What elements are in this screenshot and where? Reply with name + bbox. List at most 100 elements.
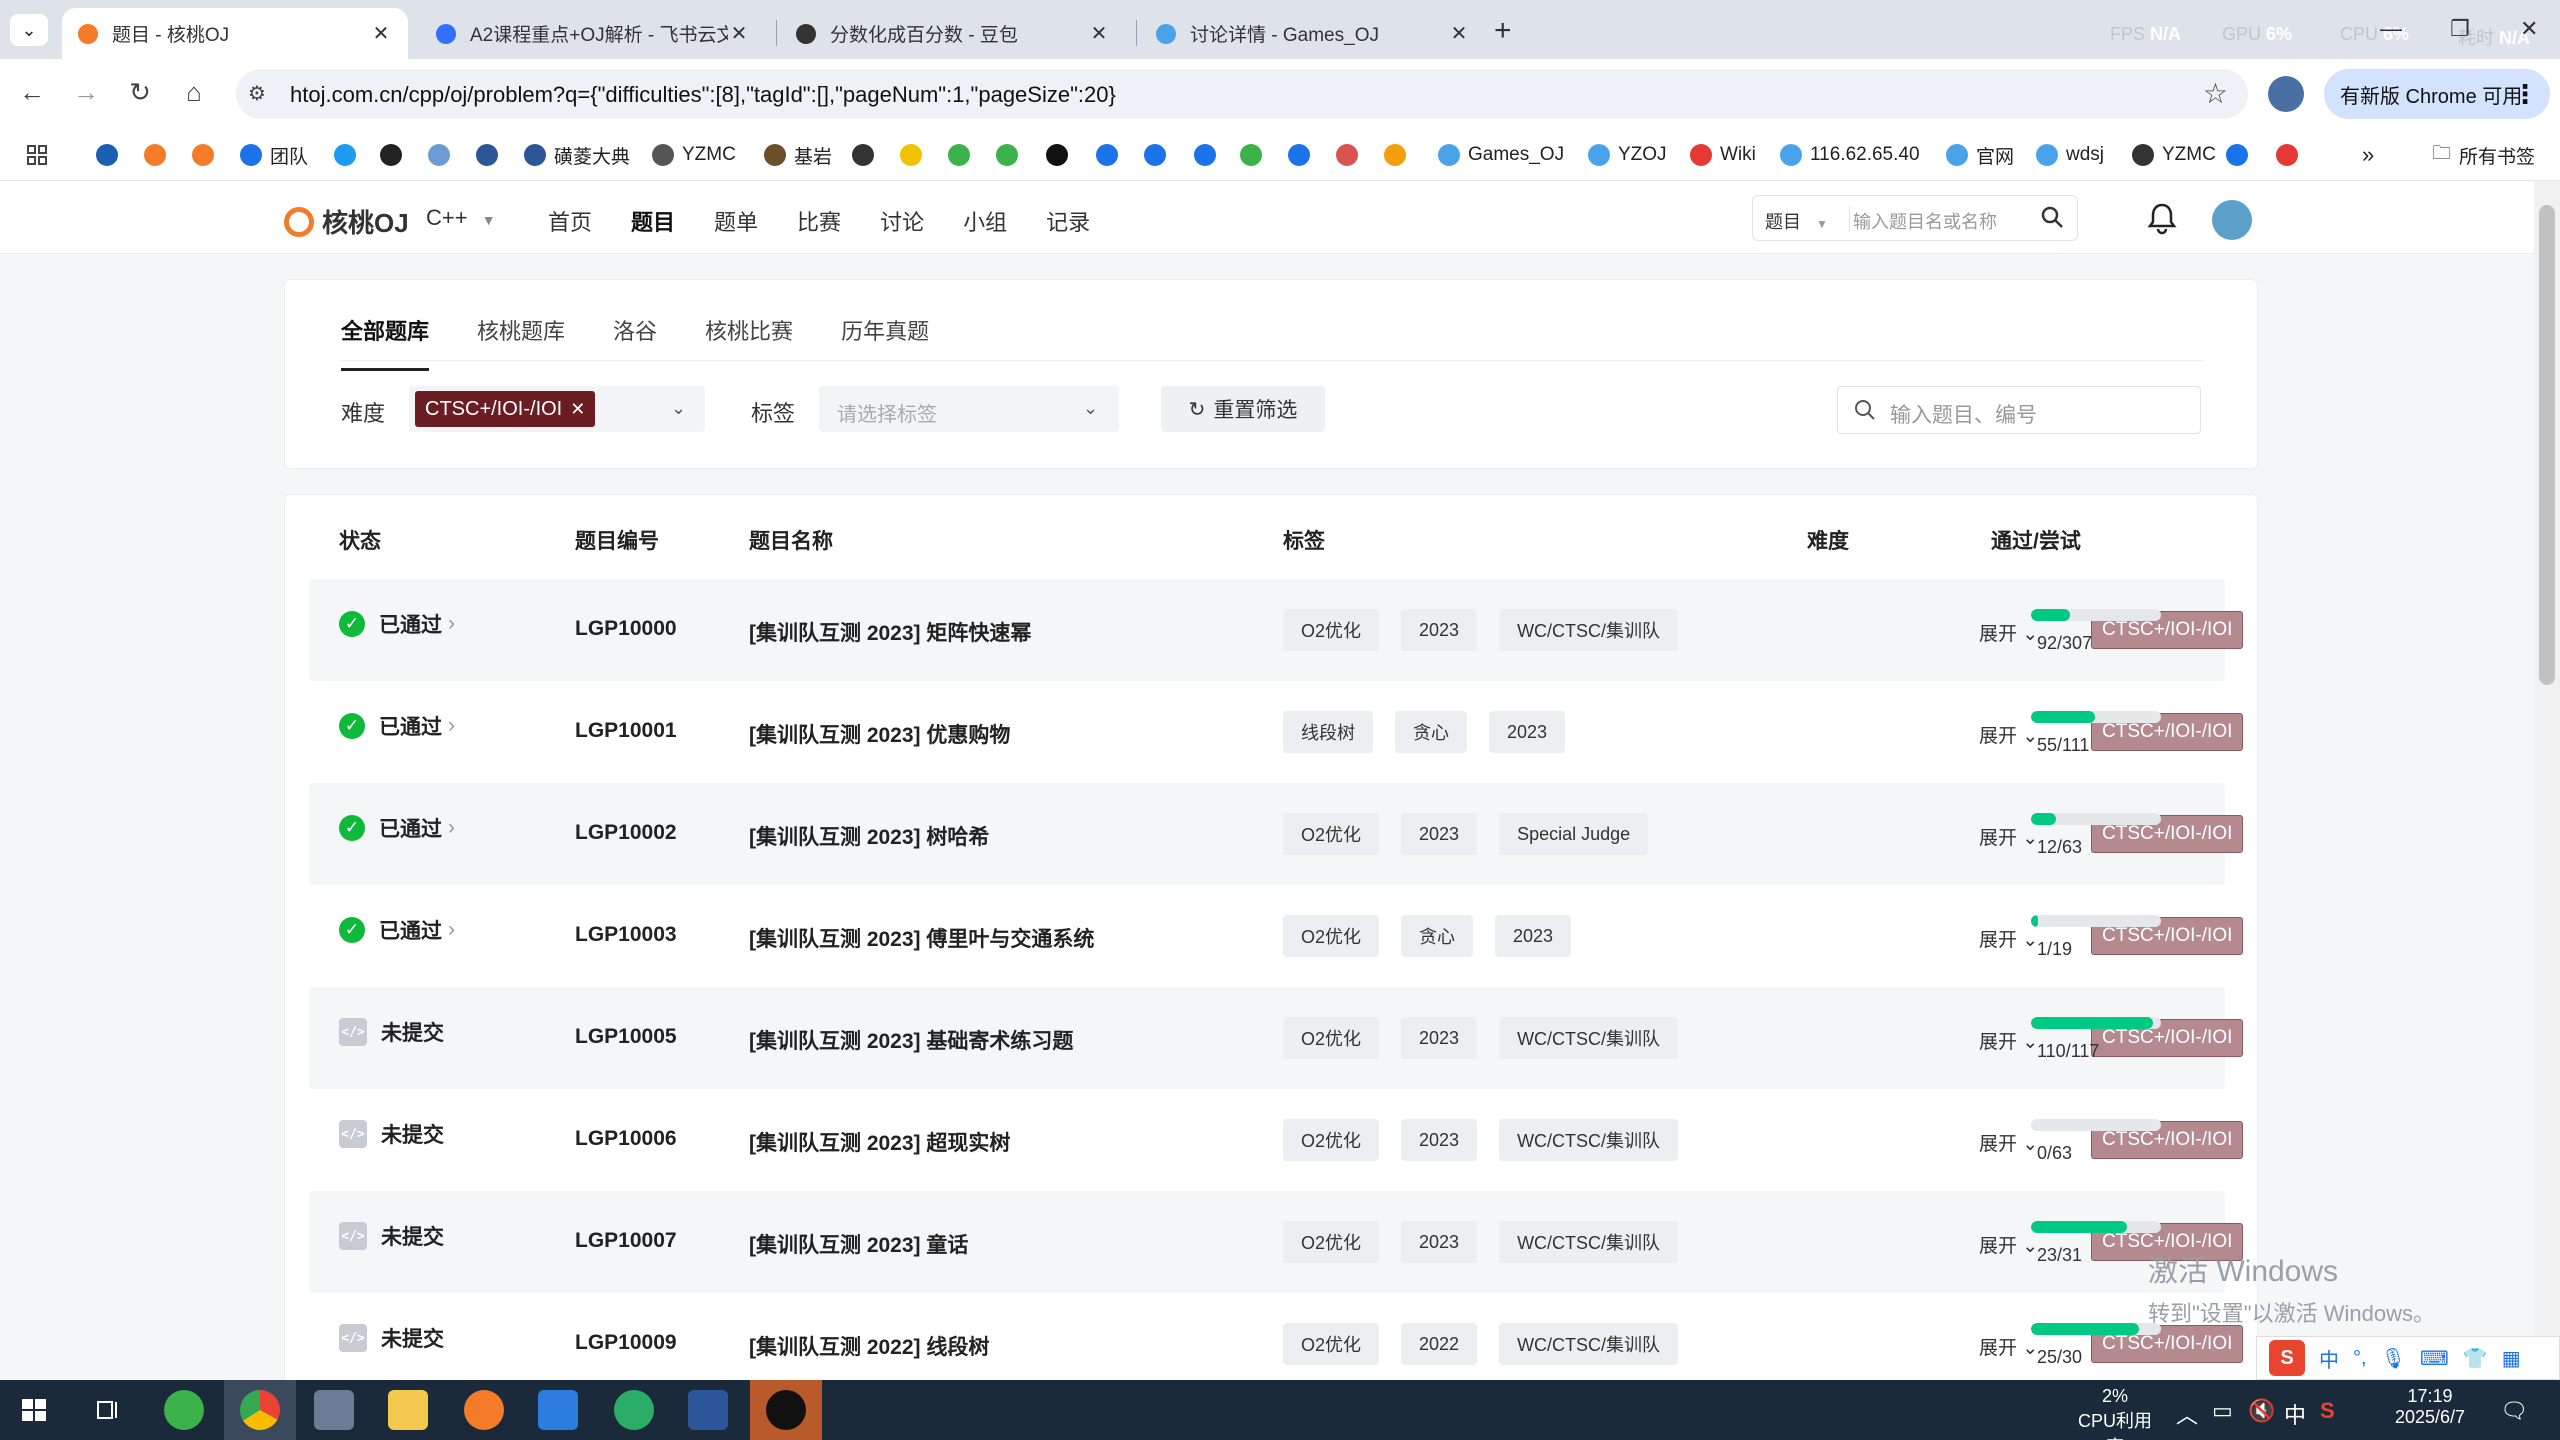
table-row[interactable]: </> 未提交 LGP10007 [集训队互测 2023] 童话 O2优化 2023 WC/… [309, 1191, 2244, 1293]
bookmark-icon[interactable] [1144, 129, 1174, 181]
header-search-input[interactable]: 输入题目名或名称 [1853, 208, 1997, 234]
tag-chip[interactable]: 2023 [1495, 915, 1572, 957]
difficulty-select[interactable]: CTSC+/IOI-/IOI ✕ ⌄ [409, 386, 705, 432]
site-settings-icon[interactable]: ⚙ [248, 81, 266, 106]
scrollbar-thumb[interactable] [2539, 205, 2555, 685]
keyboard-icon[interactable]: ⌨ [2420, 1346, 2449, 1371]
home-button[interactable]: ⌂ [176, 77, 212, 108]
bookmark-item[interactable]: YZOJ [1588, 129, 1667, 181]
bookmark-icon[interactable] [900, 129, 930, 181]
reload-button[interactable]: ↻ [122, 77, 158, 108]
browser-tab[interactable]: 讨论详情 - Games_OJ ✕ [1140, 8, 1486, 59]
chrome-icon[interactable] [240, 1390, 280, 1430]
punctuation-icon[interactable]: °, [2353, 1347, 2367, 1370]
volume-icon[interactable]: 🔇 [2248, 1398, 2275, 1424]
remove-chip-icon[interactable]: ✕ [570, 399, 585, 420]
status-cell[interactable]: </> 未提交 [339, 1119, 444, 1149]
site-logo[interactable]: 核桃OJ [284, 203, 409, 240]
close-tab-icon[interactable]: ✕ [1088, 21, 1110, 46]
expand-tags-button[interactable]: 展开 ⌄ [1979, 1027, 2038, 1054]
tag-chip[interactable]: O2优化 [1283, 915, 1380, 957]
tag-chip[interactable]: 线段树 [1283, 711, 1373, 753]
bookmark-item[interactable]: 磺菱大典 [524, 129, 630, 181]
bookmark-icon[interactable] [1194, 129, 1224, 181]
tag-chip[interactable]: 2022 [1401, 1323, 1478, 1365]
search-icon[interactable] [2039, 204, 2065, 230]
close-tab-icon[interactable]: ✕ [1448, 21, 1470, 46]
tag-chip[interactable]: 2023 [1401, 1221, 1478, 1263]
user-avatar[interactable] [2212, 200, 2252, 240]
tag-select[interactable]: 请选择标签 ⌄ [819, 386, 1119, 432]
table-row[interactable]: ✓ 已通过 › LGP10002 [集训队互测 2023] 树哈希 O2优化 2023 Spe… [309, 783, 2244, 885]
sogou-tray-icon[interactable]: S [2320, 1398, 2335, 1424]
status-cell[interactable]: </> 未提交 [339, 1221, 444, 1251]
site-nav-item[interactable]: 比赛 [797, 205, 841, 237]
bookmark-icon[interactable] [852, 129, 882, 181]
expand-tags-button[interactable]: 展开 ⌄ [1979, 619, 2038, 646]
bookmark-icon[interactable] [948, 129, 978, 181]
bookmark-icon[interactable] [1288, 129, 1318, 181]
problem-id[interactable]: LGP10007 [575, 1229, 677, 1253]
bookmark-icon[interactable] [334, 129, 364, 181]
bookmark-icon[interactable] [1096, 129, 1126, 181]
tag-chip[interactable]: 贪心 [1395, 711, 1467, 753]
problem-id[interactable]: LGP10009 [575, 1331, 677, 1355]
network-icon[interactable]: ▭ [2212, 1398, 2233, 1424]
tag-chip[interactable]: WC/CTSC/集训队 [1499, 1221, 1679, 1263]
site-nav-item[interactable]: 首页 [548, 205, 592, 237]
walnut-app-icon[interactable] [464, 1390, 504, 1430]
problem-id[interactable]: LGP10006 [575, 1127, 677, 1151]
bank-tab[interactable]: 历年真题 [841, 314, 929, 371]
windows-start-icon[interactable] [14, 1390, 54, 1430]
reset-filters-button[interactable]: ↻ 重置筛选 [1161, 386, 1325, 432]
minimize-button[interactable]: — [2380, 16, 2402, 42]
bookmark-icon[interactable] [1240, 129, 1270, 181]
file-explorer-icon[interactable] [388, 1390, 428, 1430]
expand-tags-button[interactable]: 展开 ⌄ [1979, 1333, 2038, 1360]
calculator-icon[interactable] [314, 1390, 354, 1430]
status-cell[interactable]: </> 未提交 [339, 1323, 444, 1353]
bookmark-icon[interactable] [428, 129, 458, 181]
close-tab-icon[interactable]: ✕ [728, 21, 750, 46]
problem-name-link[interactable]: [集训队互测 2022] 线段树 [749, 1331, 989, 1361]
table-row[interactable]: </> 未提交 LGP10006 [集训队互测 2023] 超现实树 O2优化 2023 W… [309, 1089, 2244, 1191]
problem-name-link[interactable]: [集训队互测 2023] 树哈希 [749, 821, 989, 851]
close-tab-icon[interactable]: ✕ [370, 21, 392, 46]
forward-button[interactable]: → [68, 77, 104, 108]
bookmark-item[interactable]: 团队 [240, 129, 308, 181]
expand-tags-button[interactable]: 展开 ⌄ [1979, 1231, 2038, 1258]
tag-chip[interactable]: O2优化 [1283, 1017, 1380, 1059]
tag-chip[interactable]: 2023 [1401, 609, 1478, 651]
expand-tags-button[interactable]: 展开 ⌄ [1979, 721, 2038, 748]
chrome-update-button[interactable]: 有新版 Chrome 可用 ⋮ [2324, 69, 2550, 119]
bank-tab[interactable]: 核桃题库 [477, 314, 565, 371]
site-nav-item[interactable]: 小组 [963, 205, 1007, 237]
tag-chip[interactable]: 贪心 [1401, 915, 1474, 957]
problem-id[interactable]: LGP10003 [575, 923, 677, 947]
table-row[interactable]: ✓ 已通过 › LGP10003 [集训队互测 2023] 傅里叶与交通系统 O2优化 贪心… [309, 885, 2244, 987]
tag-chip[interactable]: 2023 [1401, 1017, 1478, 1059]
tag-chip[interactable]: 2023 [1401, 1119, 1478, 1161]
clock[interactable]: 17:19 2025/6/7 [2370, 1386, 2490, 1428]
table-row[interactable]: </> 未提交 LGP10005 [集训队互测 2023] 基础寄术练习题 O2优化 20… [309, 987, 2244, 1089]
close-window-button[interactable]: ✕ [2520, 16, 2538, 42]
status-cell[interactable]: ✓ 已通过 › [339, 813, 455, 843]
tab-search-button[interactable]: ⌄ [10, 14, 48, 46]
bookmark-item[interactable]: 官网 [1946, 129, 2014, 181]
tag-chip[interactable]: 2023 [1489, 711, 1566, 753]
wechat-icon[interactable] [614, 1390, 654, 1430]
site-nav-item[interactable]: 讨论 [880, 205, 924, 237]
problem-name-link[interactable]: [集训队互测 2023] 基础寄术练习题 [749, 1025, 1073, 1055]
bookmark-item[interactable]: Games_OJ [1438, 129, 1564, 181]
status-cell[interactable]: </> 未提交 [339, 1017, 444, 1047]
bookmark-icon[interactable] [1046, 129, 1076, 181]
tag-chip[interactable]: WC/CTSC/集训队 [1499, 1017, 1679, 1059]
status-cell[interactable]: ✓ 已通过 › [339, 711, 455, 741]
bell-icon[interactable] [2144, 200, 2180, 236]
bookmark-icon[interactable] [144, 129, 174, 181]
toolbox-icon[interactable]: ▦ [2502, 1346, 2521, 1371]
table-row[interactable]: ✓ 已通过 › LGP10001 [集训队互测 2023] 优惠购物 线段树 贪心 2023 展… [309, 681, 2244, 783]
problem-name-link[interactable]: [集训队互测 2023] 童话 [749, 1229, 968, 1259]
site-nav-item[interactable]: 题目 [631, 205, 675, 237]
more-menu-icon[interactable]: ⋮ [2512, 79, 2538, 110]
